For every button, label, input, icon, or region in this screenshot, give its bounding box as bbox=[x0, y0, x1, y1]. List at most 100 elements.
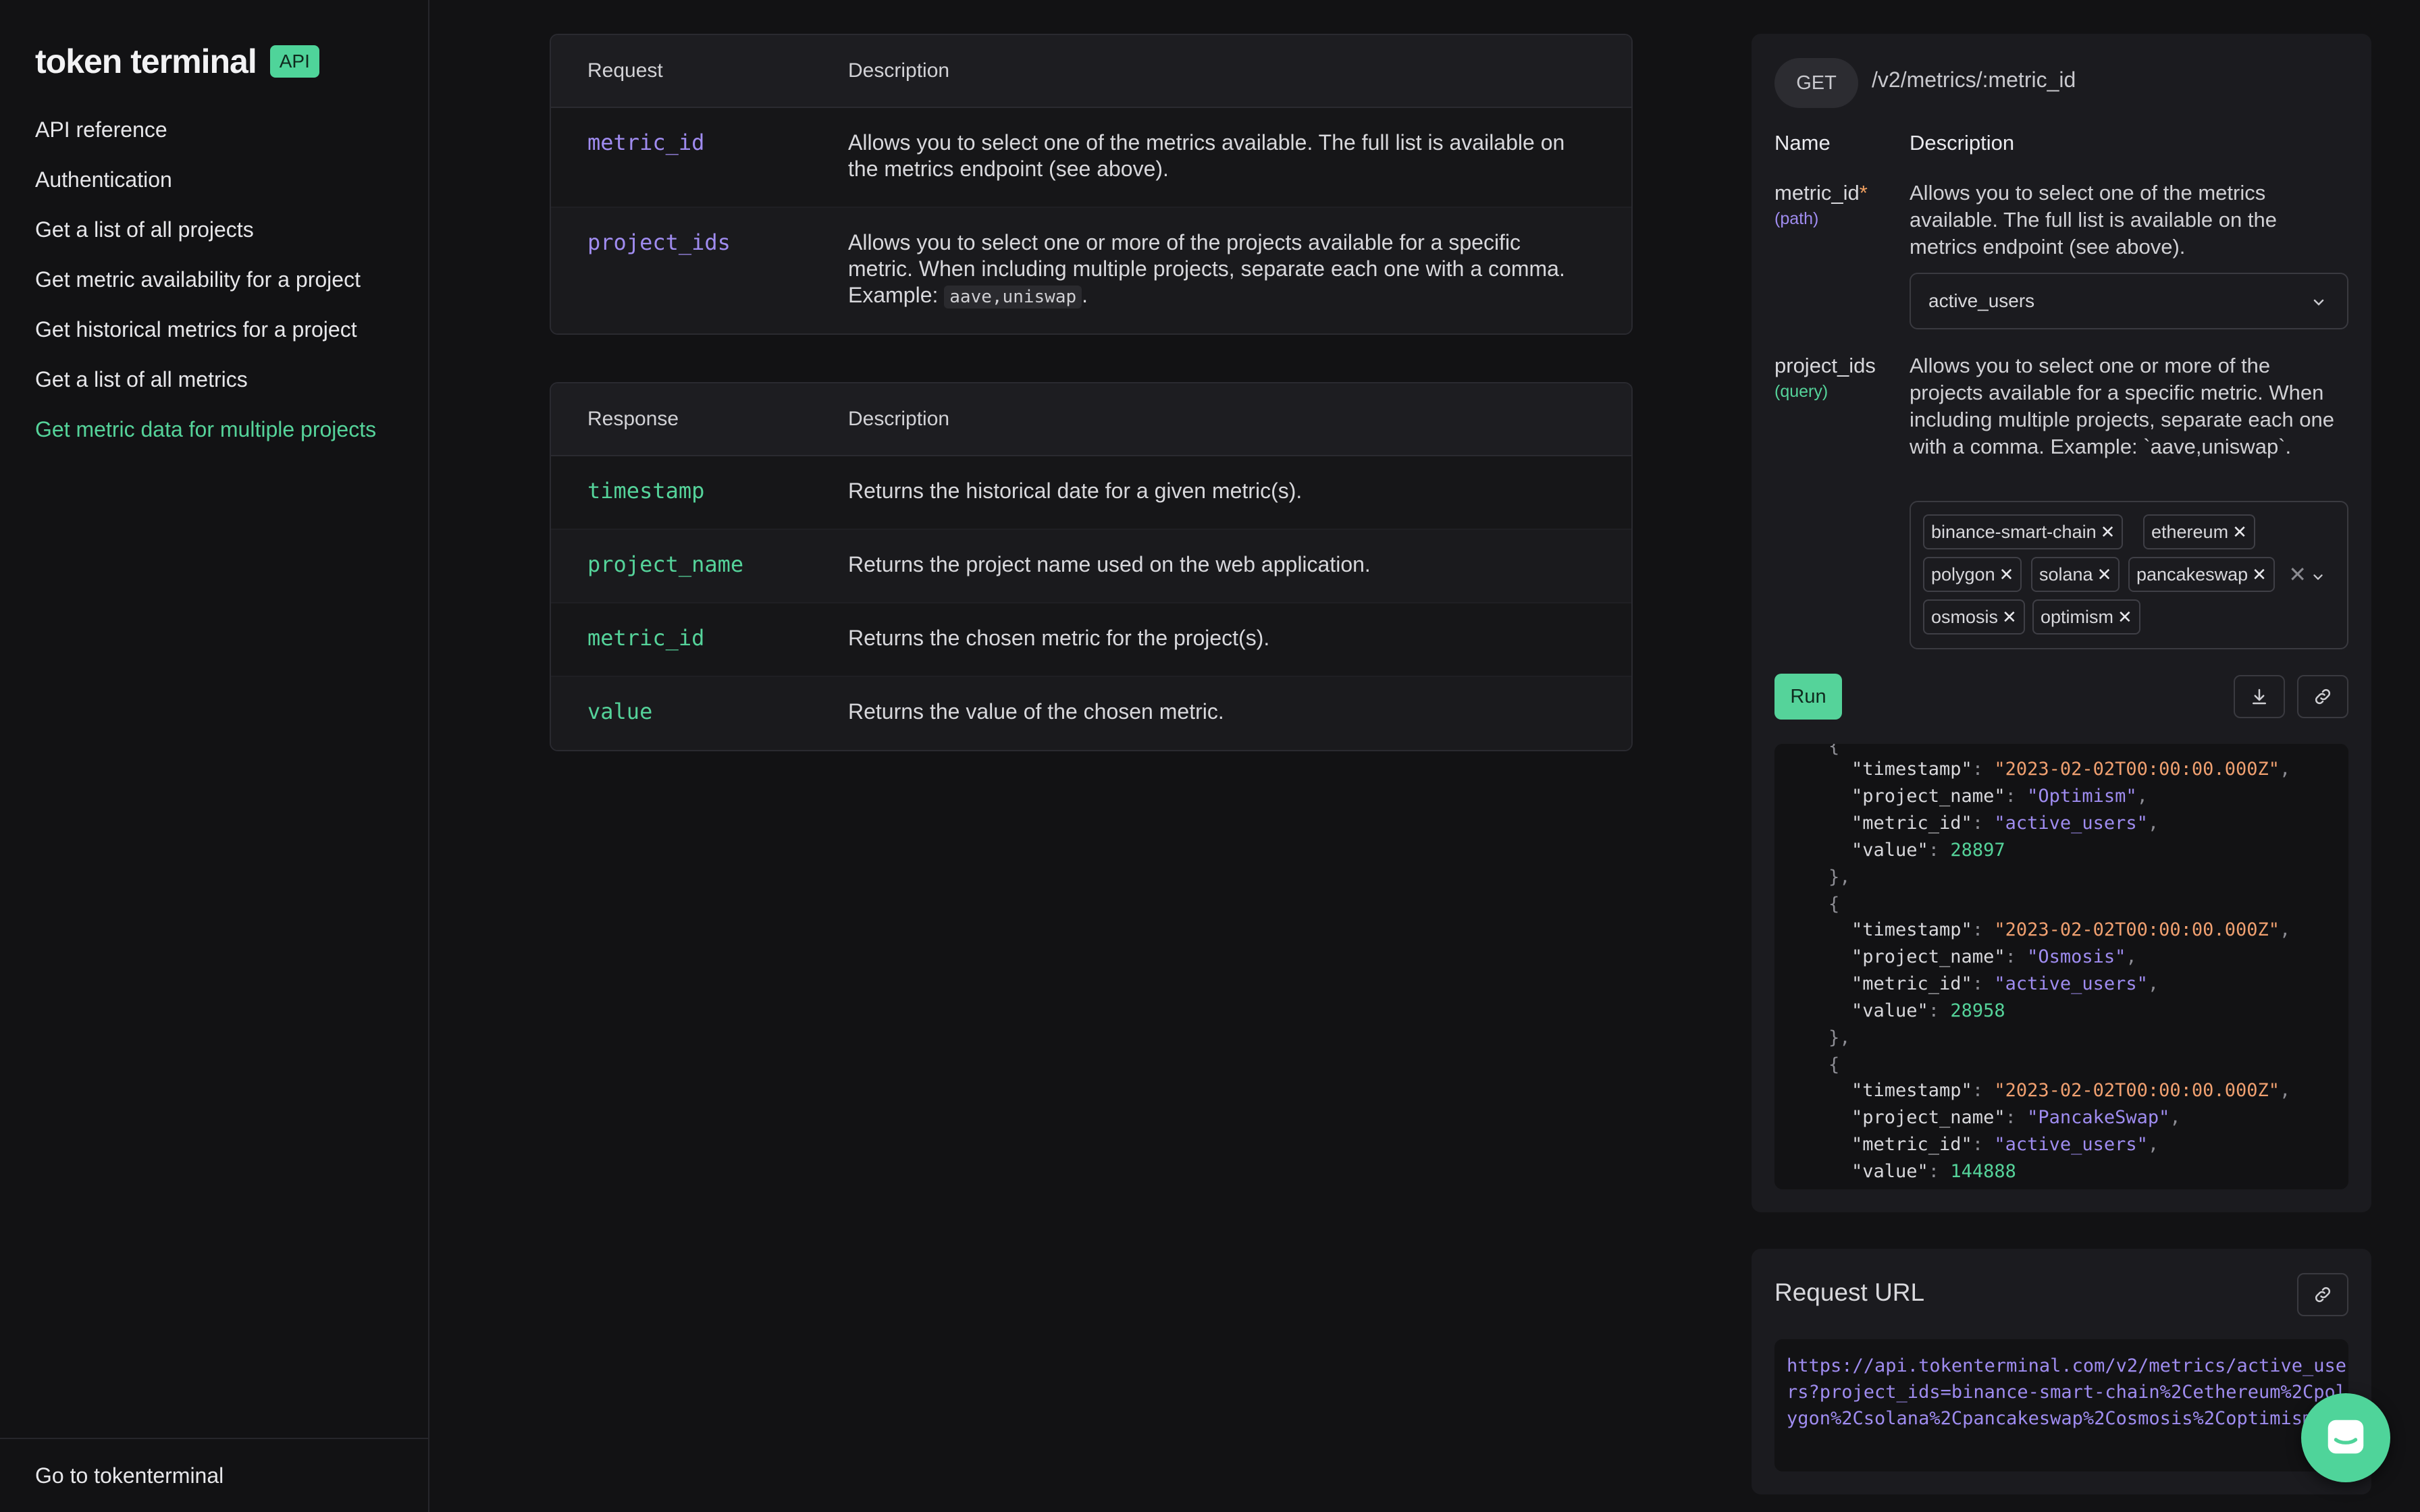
request-url-text[interactable]: https://api.tokenterminal.com/v2/metrics… bbox=[1787, 1353, 2347, 1432]
code-brace: }, bbox=[1829, 867, 1851, 888]
json-key: "project_name" bbox=[1851, 946, 2005, 967]
chip-osmosis: osmosis ✕ bbox=[1923, 599, 2025, 634]
json-key: "timestamp" bbox=[1851, 1080, 1972, 1101]
nav-item-authentication[interactable]: Authentication bbox=[35, 166, 376, 216]
chip-label: optimism bbox=[2041, 607, 2114, 627]
go-to-tokenterminal-link[interactable]: Go to tokenterminal bbox=[35, 1463, 223, 1488]
json-key: "value" bbox=[1851, 1161, 1928, 1182]
chip-polygon: polygon ✕ bbox=[1923, 557, 2022, 592]
run-button[interactable]: Run bbox=[1774, 674, 1842, 720]
param-description: Allows you to select one of the metrics … bbox=[848, 130, 1565, 181]
chip-remove-icon[interactable]: ✕ bbox=[2118, 607, 2132, 627]
nav-item-api-reference[interactable]: API reference bbox=[35, 116, 376, 166]
request-url-panel: Request URL https://api.tokenterminal.co… bbox=[1752, 1249, 2371, 1494]
chip-remove-icon[interactable]: ✕ bbox=[2101, 522, 2115, 542]
desc-text: . bbox=[1082, 283, 1088, 307]
param-description: Allows you to select one or more of the … bbox=[848, 208, 1631, 333]
chip-optimism: optimism ✕ bbox=[2032, 599, 2140, 634]
json-value: "Osmosis" bbox=[2027, 946, 2126, 967]
param-name-metric-id: metric_id* bbox=[1774, 181, 1868, 205]
json-key: "project_name" bbox=[1851, 1107, 2005, 1128]
required-marker: * bbox=[1859, 181, 1868, 205]
chip-pancakeswap: pancakeswap ✕ bbox=[2128, 557, 2275, 592]
json-value: "active_users" bbox=[1994, 1134, 2148, 1155]
select-value: active_users bbox=[1928, 290, 2035, 311]
code-brace: { bbox=[1829, 744, 1840, 757]
param-project-ids: project_ids bbox=[587, 230, 731, 255]
link-icon bbox=[2315, 1287, 2331, 1303]
brand[interactable]: token terminal API bbox=[35, 42, 319, 81]
sidebar-nav: API reference Authentication Get a list … bbox=[35, 116, 376, 466]
json-key: "metric_id" bbox=[1851, 1134, 1972, 1155]
json-key: "timestamp" bbox=[1851, 919, 1972, 940]
chip-remove-icon[interactable]: ✕ bbox=[1999, 564, 2014, 585]
chevron-down-icon[interactable] bbox=[2311, 570, 2325, 585]
chip-remove-icon[interactable]: ✕ bbox=[2252, 564, 2267, 585]
chip-remove-icon[interactable]: ✕ bbox=[2232, 522, 2247, 542]
nav-item-metric-availability[interactable]: Get metric availability for a project bbox=[35, 266, 376, 316]
api-playground-panel: GET /v2/metrics/:metric_id Name Descript… bbox=[1752, 34, 2371, 1212]
params-header-name: Name bbox=[1774, 131, 1831, 155]
json-value: "PancakeSwap" bbox=[2027, 1107, 2170, 1128]
header-request: Request bbox=[587, 59, 663, 82]
json-value: "Optimism" bbox=[2027, 786, 2137, 807]
http-method-badge: GET bbox=[1774, 58, 1858, 108]
code-line: "value": 28958 bbox=[1851, 1000, 2005, 1021]
param-location-path: (path) bbox=[1774, 209, 1819, 228]
api-badge: API bbox=[269, 45, 319, 78]
param-name-project-ids: project_ids bbox=[1774, 354, 1876, 377]
code-line: "project_name": "Osmosis", bbox=[1851, 946, 2137, 967]
json-key: "value" bbox=[1851, 840, 1928, 861]
json-key: "metric_id" bbox=[1851, 973, 1972, 994]
json-key: "metric_id" bbox=[1851, 813, 1972, 834]
json-value: "2023-02-02T00:00:00.000Z" bbox=[1994, 1080, 2280, 1101]
nav-item-list-projects[interactable]: Get a list of all projects bbox=[35, 216, 376, 266]
nav-item-historical-metrics[interactable]: Get historical metrics for a project bbox=[35, 316, 376, 366]
code-line: "metric_id": "active_users", bbox=[1851, 973, 2159, 994]
project-ids-multiselect[interactable]: binance-smart-chain ✕ ethereum ✕ polygon ✕ … bbox=[1910, 501, 2348, 649]
nav-item-list-metrics[interactable]: Get a list of all metrics bbox=[35, 366, 376, 416]
copy-link-button[interactable] bbox=[2297, 675, 2348, 718]
link-icon bbox=[2315, 688, 2331, 705]
param-metric-id: metric_id bbox=[587, 130, 705, 155]
request-url-box[interactable]: https://api.tokenterminal.com/v2/metrics… bbox=[1774, 1339, 2348, 1472]
json-value: "2023-02-02T00:00:00.000Z" bbox=[1994, 919, 2280, 940]
json-key: "value" bbox=[1851, 1000, 1928, 1021]
chat-support-button[interactable] bbox=[2301, 1393, 2390, 1482]
field-description: Returns the project name used on the web… bbox=[848, 552, 1371, 576]
chevron-down-icon bbox=[2313, 299, 2324, 306]
response-table: Response Description timestamp Returns t… bbox=[550, 382, 1633, 751]
json-value: "active_users" bbox=[1994, 973, 2148, 994]
table-row: value Returns the value of the chosen me… bbox=[551, 677, 1631, 750]
chip-remove-icon[interactable]: ✕ bbox=[2002, 607, 2017, 627]
nav-item-metric-data-multiple[interactable]: Get metric data for multiple projects bbox=[35, 416, 376, 466]
chip-remove-icon[interactable]: ✕ bbox=[2097, 564, 2112, 585]
download-button[interactable] bbox=[2234, 675, 2285, 718]
chip-label: solana bbox=[2039, 564, 2093, 585]
params-header-description: Description bbox=[1910, 131, 2015, 155]
param-description-metric-id: Allows you to select one of the metrics … bbox=[1910, 181, 2277, 259]
chip-binance-smart-chain: binance-smart-chain ✕ bbox=[1923, 514, 2124, 549]
table-row: metric_id Allows you to select one of th… bbox=[551, 108, 1631, 208]
header-description: Description bbox=[848, 408, 950, 430]
table-row: timestamp Returns the historical date fo… bbox=[551, 456, 1631, 530]
metric-id-select[interactable]: active_users bbox=[1910, 273, 2348, 329]
chat-icon bbox=[2327, 1420, 2364, 1454]
header-response: Response bbox=[587, 408, 679, 430]
clear-all-icon[interactable]: ✕ bbox=[2288, 562, 2307, 587]
table-header: Response Description bbox=[551, 383, 1631, 456]
chip-label: pancakeswap bbox=[2136, 564, 2248, 585]
request-url-title: Request URL bbox=[1774, 1278, 1925, 1306]
chip-label: binance-smart-chain bbox=[1931, 522, 2097, 542]
copy-url-button[interactable] bbox=[2297, 1273, 2348, 1316]
request-table: Request Description metric_id Allows you… bbox=[550, 34, 1633, 335]
json-value: 144888 bbox=[1950, 1161, 2016, 1182]
param-location-query: (query) bbox=[1774, 382, 1829, 401]
response-code-block[interactable]: { "timestamp": "2023-02-02T00:00:00.000Z… bbox=[1774, 744, 2348, 1189]
code-line: "project_name": "Optimism", bbox=[1851, 786, 2148, 807]
chip-solana: solana ✕ bbox=[2031, 557, 2120, 592]
json-value: 28897 bbox=[1950, 840, 2005, 861]
brand-logo-text[interactable]: token terminal bbox=[35, 42, 257, 81]
sidebar-footer: Go to tokenterminal bbox=[0, 1438, 429, 1512]
code-line: "metric_id": "active_users", bbox=[1851, 1134, 2159, 1155]
